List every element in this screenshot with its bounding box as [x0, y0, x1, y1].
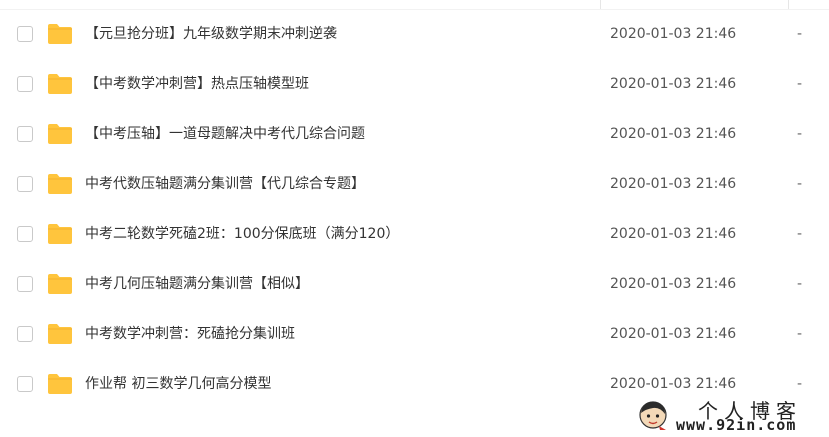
file-name[interactable]: 中考几何压轴题满分集训营【相似】	[85, 274, 309, 294]
table-row[interactable]: 【元旦抢分班】九年级数学期末冲刺逆袭 2020-01-03 21:46 -	[0, 9, 829, 59]
table-row[interactable]: 中考代数压轴题满分集训营【代几综合专题】 2020-01-03 21:46 -	[0, 159, 829, 209]
column-separator[interactable]	[600, 0, 601, 9]
file-name[interactable]: 【中考数学冲刺营】热点压轴模型班	[85, 74, 309, 94]
table-row[interactable]: 中考几何压轴题满分集训营【相似】 2020-01-03 21:46 -	[0, 259, 829, 309]
watermark: 个人博客 www.92in.com	[636, 393, 829, 437]
watermark-url: www.92in.com	[676, 416, 797, 434]
file-size: -	[797, 126, 803, 142]
modified-date: 2020-01-03 21:46	[610, 26, 737, 42]
modified-date: 2020-01-03 21:46	[610, 326, 737, 342]
file-size: -	[797, 26, 803, 42]
file-size: -	[797, 226, 803, 242]
folder-icon	[48, 124, 72, 144]
file-size: -	[797, 76, 803, 92]
file-name[interactable]: 中考数学冲刺营：死磕抢分集训班	[85, 324, 295, 344]
folder-icon	[48, 74, 72, 94]
file-size: -	[797, 176, 803, 192]
file-size: -	[797, 376, 803, 392]
file-name[interactable]: 中考二轮数学死磕2班：100分保底班（满分120）	[85, 224, 399, 244]
file-name[interactable]: 中考代数压轴题满分集训营【代几综合专题】	[85, 174, 365, 194]
modified-date: 2020-01-03 21:46	[610, 376, 737, 392]
table-row[interactable]: 中考数学冲刺营：死磕抢分集训班 2020-01-03 21:46 -	[0, 309, 829, 359]
modified-date: 2020-01-03 21:46	[610, 226, 737, 242]
modified-date: 2020-01-03 21:46	[610, 176, 737, 192]
folder-icon	[48, 24, 72, 44]
row-checkbox[interactable]	[17, 226, 33, 242]
folder-icon	[48, 174, 72, 194]
folder-icon	[48, 224, 72, 244]
table-row[interactable]: 【中考压轴】一道母题解决中考代几综合问题 2020-01-03 21:46 -	[0, 109, 829, 159]
file-size: -	[797, 276, 803, 292]
row-checkbox[interactable]	[17, 126, 33, 142]
row-checkbox[interactable]	[17, 376, 33, 392]
column-separator[interactable]	[788, 0, 789, 9]
file-name[interactable]: 【元旦抢分班】九年级数学期末冲刺逆袭	[85, 24, 337, 44]
table-row[interactable]: 中考二轮数学死磕2班：100分保底班（满分120） 2020-01-03 21:…	[0, 209, 829, 259]
row-checkbox[interactable]	[17, 26, 33, 42]
file-name[interactable]: 作业帮 初三数学几何高分模型	[85, 374, 271, 394]
table-row[interactable]: 【中考数学冲刺营】热点压轴模型班 2020-01-03 21:46 -	[0, 59, 829, 109]
row-checkbox[interactable]	[17, 176, 33, 192]
folder-icon	[48, 374, 72, 394]
row-checkbox[interactable]	[17, 76, 33, 92]
row-checkbox[interactable]	[17, 276, 33, 292]
file-name[interactable]: 【中考压轴】一道母题解决中考代几综合问题	[85, 124, 365, 144]
file-list: 【元旦抢分班】九年级数学期末冲刺逆袭 2020-01-03 21:46 - 【中…	[0, 0, 829, 437]
blog-logo-icon	[639, 401, 667, 430]
folder-icon	[48, 274, 72, 294]
row-checkbox[interactable]	[17, 326, 33, 342]
modified-date: 2020-01-03 21:46	[610, 276, 737, 292]
file-size: -	[797, 326, 803, 342]
modified-date: 2020-01-03 21:46	[610, 76, 737, 92]
folder-icon	[48, 324, 72, 344]
modified-date: 2020-01-03 21:46	[610, 126, 737, 142]
